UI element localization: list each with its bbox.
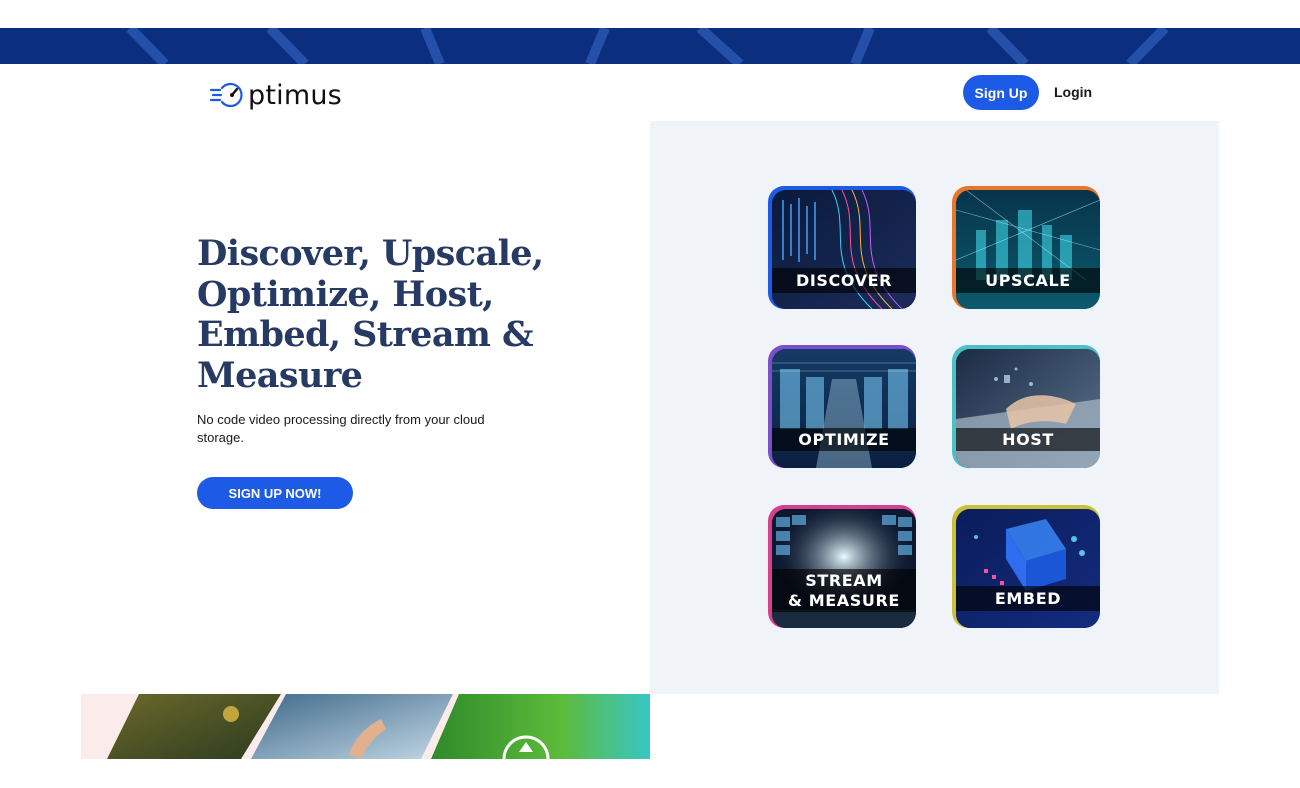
hero-section: Discover, Upscale, Optimize, Host, Embed…: [197, 233, 577, 447]
tile-optimize-image: OPTIMIZE: [772, 349, 916, 468]
tile-host-image: HOST: [956, 349, 1100, 468]
feature-tiles-panel: DISCOVER UPSCALE OPTIMIZE HOST STREAM & …: [650, 121, 1219, 694]
signup-button[interactable]: Sign Up: [963, 75, 1039, 110]
signup-now-button[interactable]: SIGN UP NOW!: [197, 477, 353, 509]
site-header: ptimus Sign Up Login: [0, 64, 1300, 122]
speedometer-o-icon: [210, 82, 243, 108]
photo-collage: [107, 694, 650, 759]
tile-discover-label: DISCOVER: [772, 268, 916, 293]
bottom-image-strip: [81, 694, 650, 759]
tile-stream-label-line2: & MEASURE: [788, 591, 900, 610]
tile-host-label: HOST: [956, 428, 1100, 451]
banner-pattern: [126, 28, 1169, 64]
tile-embed-label: EMBED: [956, 586, 1100, 611]
tile-discover-image: DISCOVER: [772, 190, 916, 309]
tile-stream-label: STREAM & MEASURE: [772, 569, 916, 612]
tile-embed-image: EMBED: [956, 509, 1100, 628]
login-link[interactable]: Login: [1054, 84, 1092, 100]
tile-upscale-image: UPSCALE: [956, 190, 1100, 309]
tile-upscale[interactable]: UPSCALE: [952, 186, 1100, 309]
top-banner: [0, 28, 1300, 64]
tile-stream-label-line1: STREAM: [805, 571, 883, 590]
hero-subtitle: No code video processing directly from y…: [197, 412, 485, 445]
tile-host[interactable]: HOST: [952, 345, 1100, 468]
hero-title: Discover, Upscale, Optimize, Host, Embed…: [197, 233, 544, 396]
tile-discover[interactable]: DISCOVER: [768, 186, 916, 309]
tile-stream-measure[interactable]: STREAM & MEASURE: [768, 505, 916, 628]
tile-stream-image: STREAM & MEASURE: [772, 509, 916, 628]
tile-optimize[interactable]: OPTIMIZE: [768, 345, 916, 468]
tile-embed[interactable]: EMBED: [952, 505, 1100, 628]
tile-optimize-label: OPTIMIZE: [772, 428, 916, 451]
logo[interactable]: ptimus: [210, 78, 342, 112]
tile-upscale-label: UPSCALE: [956, 268, 1100, 293]
logo-text: ptimus: [248, 79, 342, 111]
